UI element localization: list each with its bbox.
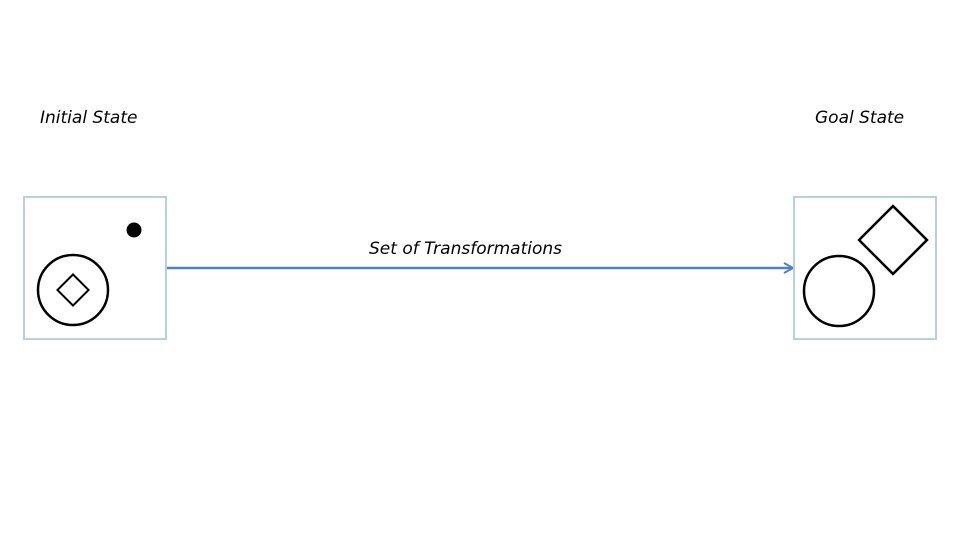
initial-dot-shape bbox=[126, 222, 142, 238]
state-transition-diagram bbox=[23, 196, 937, 340]
goal-circle-shape bbox=[802, 254, 876, 328]
transformation-label: Set of Transformations bbox=[369, 239, 562, 259]
goal-state-label: Goal State bbox=[815, 108, 905, 128]
initial-state-label: Initial State bbox=[40, 108, 138, 128]
initial-state-box bbox=[23, 196, 167, 340]
goal-state-box bbox=[793, 196, 937, 340]
